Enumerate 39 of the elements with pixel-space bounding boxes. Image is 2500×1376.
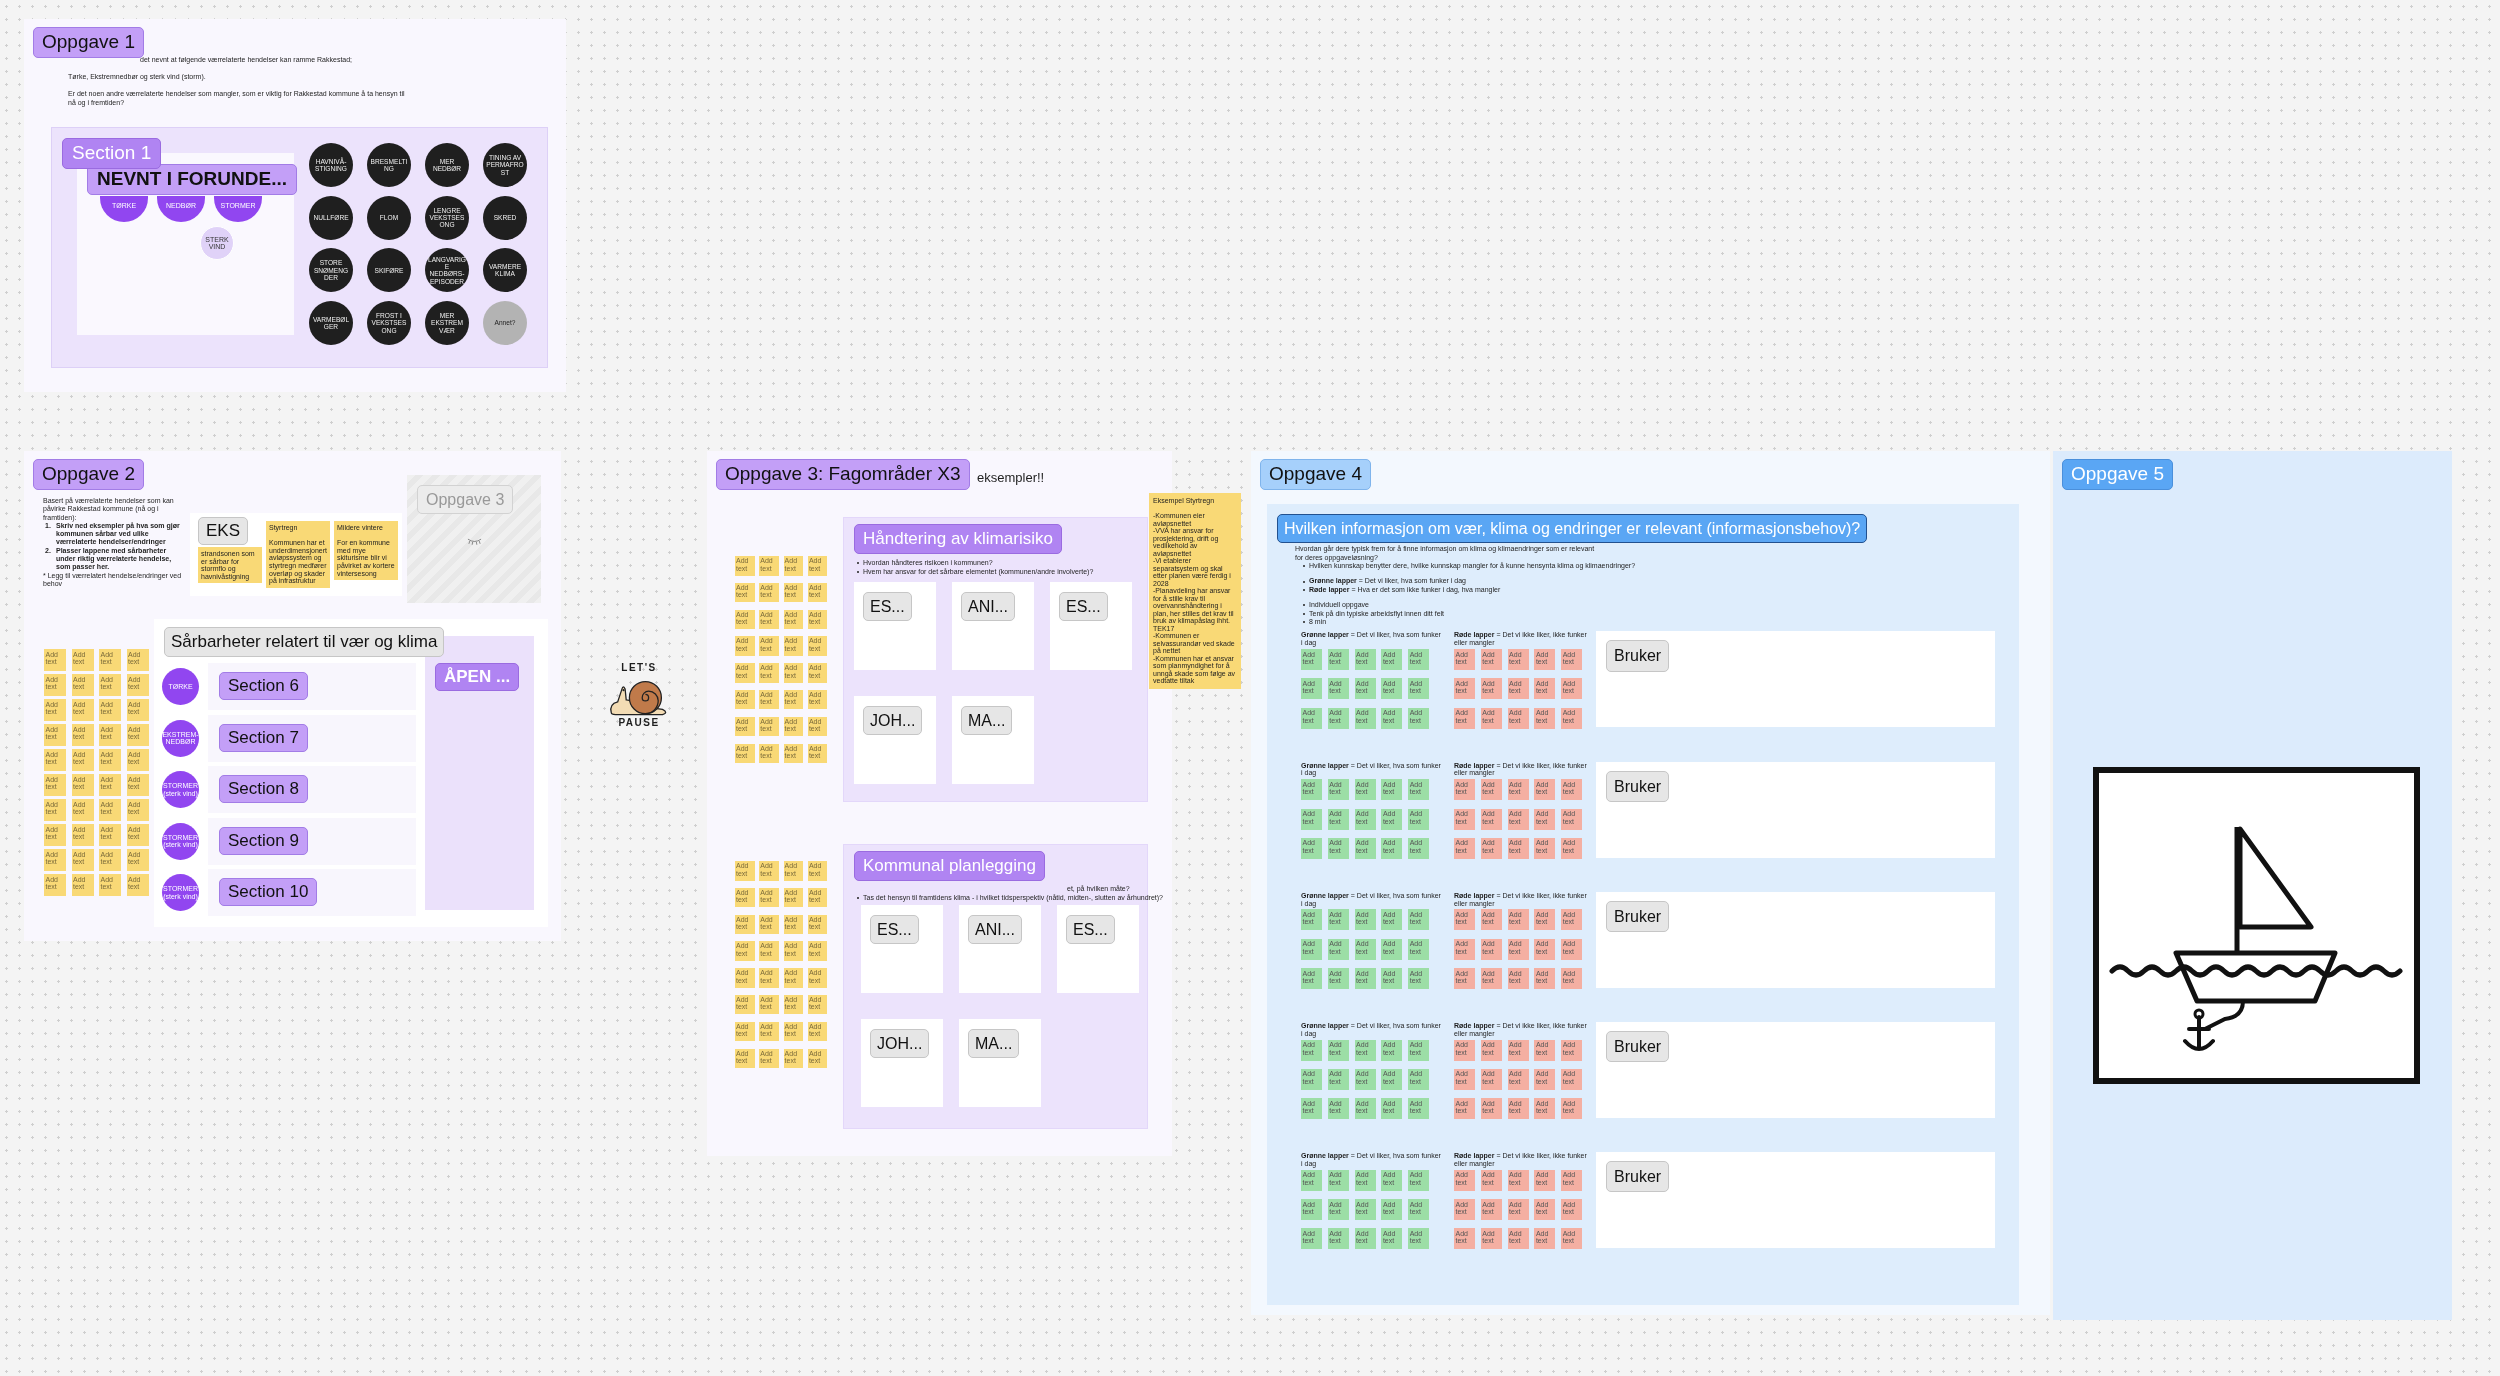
section-label[interactable]: Section 10 <box>219 878 318 907</box>
card-label[interactable]: Bruker <box>1606 1161 1670 1193</box>
card-label[interactable]: ES... <box>1059 592 1108 622</box>
card-label[interactable]: MA... <box>968 1029 1020 1059</box>
frame-label[interactable]: Oppgave 1 <box>33 27 144 58</box>
frame-label[interactable]: Oppgave 3 <box>417 485 514 515</box>
section-label[interactable]: Section 8 <box>219 775 308 804</box>
section-label[interactable]: Section 7 <box>219 723 308 752</box>
card-label[interactable]: ES... <box>870 915 919 945</box>
card-label[interactable]: ES... <box>863 592 912 622</box>
frame-label[interactable]: Oppgave 3: Fagområder X3 <box>716 459 970 490</box>
card-label[interactable]: ANI... <box>968 915 1022 945</box>
card-label[interactable]: ES... <box>1066 915 1115 945</box>
sticker-text: LET'S <box>621 662 657 674</box>
section-label[interactable]: Section 1 <box>62 138 162 169</box>
card-label[interactable]: JOH... <box>870 1029 930 1059</box>
heading-text: eksempler!! <box>977 470 1045 485</box>
section-label[interactable]: Kommunal planlegging <box>854 851 1045 882</box>
card-label[interactable]: Bruker <box>1606 770 1670 802</box>
frame-label[interactable]: Oppgave 2 <box>33 459 144 490</box>
card-label[interactable]: Bruker <box>1606 640 1670 672</box>
section-label[interactable]: Håndtering av klimarisiko <box>854 524 1062 555</box>
card-label[interactable]: MA... <box>961 706 1013 736</box>
sticker-text: PAUSE <box>618 717 660 729</box>
card-label[interactable]: ANI... <box>961 592 1015 622</box>
section-label[interactable]: ÅPEN ... <box>435 663 520 692</box>
section-label[interactable]: Section 6 <box>219 672 308 701</box>
card-label[interactable]: Bruker <box>1606 900 1670 932</box>
closed-eye-icon <box>467 537 482 545</box>
section-label[interactable]: Section 9 <box>219 826 308 855</box>
hidden-frame[interactable]: Oppgave 3 <box>407 475 541 603</box>
card-label[interactable]: EKS <box>198 517 249 546</box>
frame-label[interactable]: Oppgave 4 <box>1260 459 1371 490</box>
section-label[interactable]: NEVNT I FORUNDE... <box>87 164 297 195</box>
card-label[interactable]: Bruker <box>1606 1031 1670 1063</box>
section-label[interactable]: Hvilken informasjon om vær, klima og endringer er relevant (informasjonsbehov)? <box>1277 514 1868 544</box>
card-label[interactable]: JOH... <box>863 706 923 736</box>
board-title[interactable]: Sårbarheter relatert til vær og klima <box>164 627 445 658</box>
frame-label[interactable]: Oppgave 5 <box>2062 459 2173 490</box>
